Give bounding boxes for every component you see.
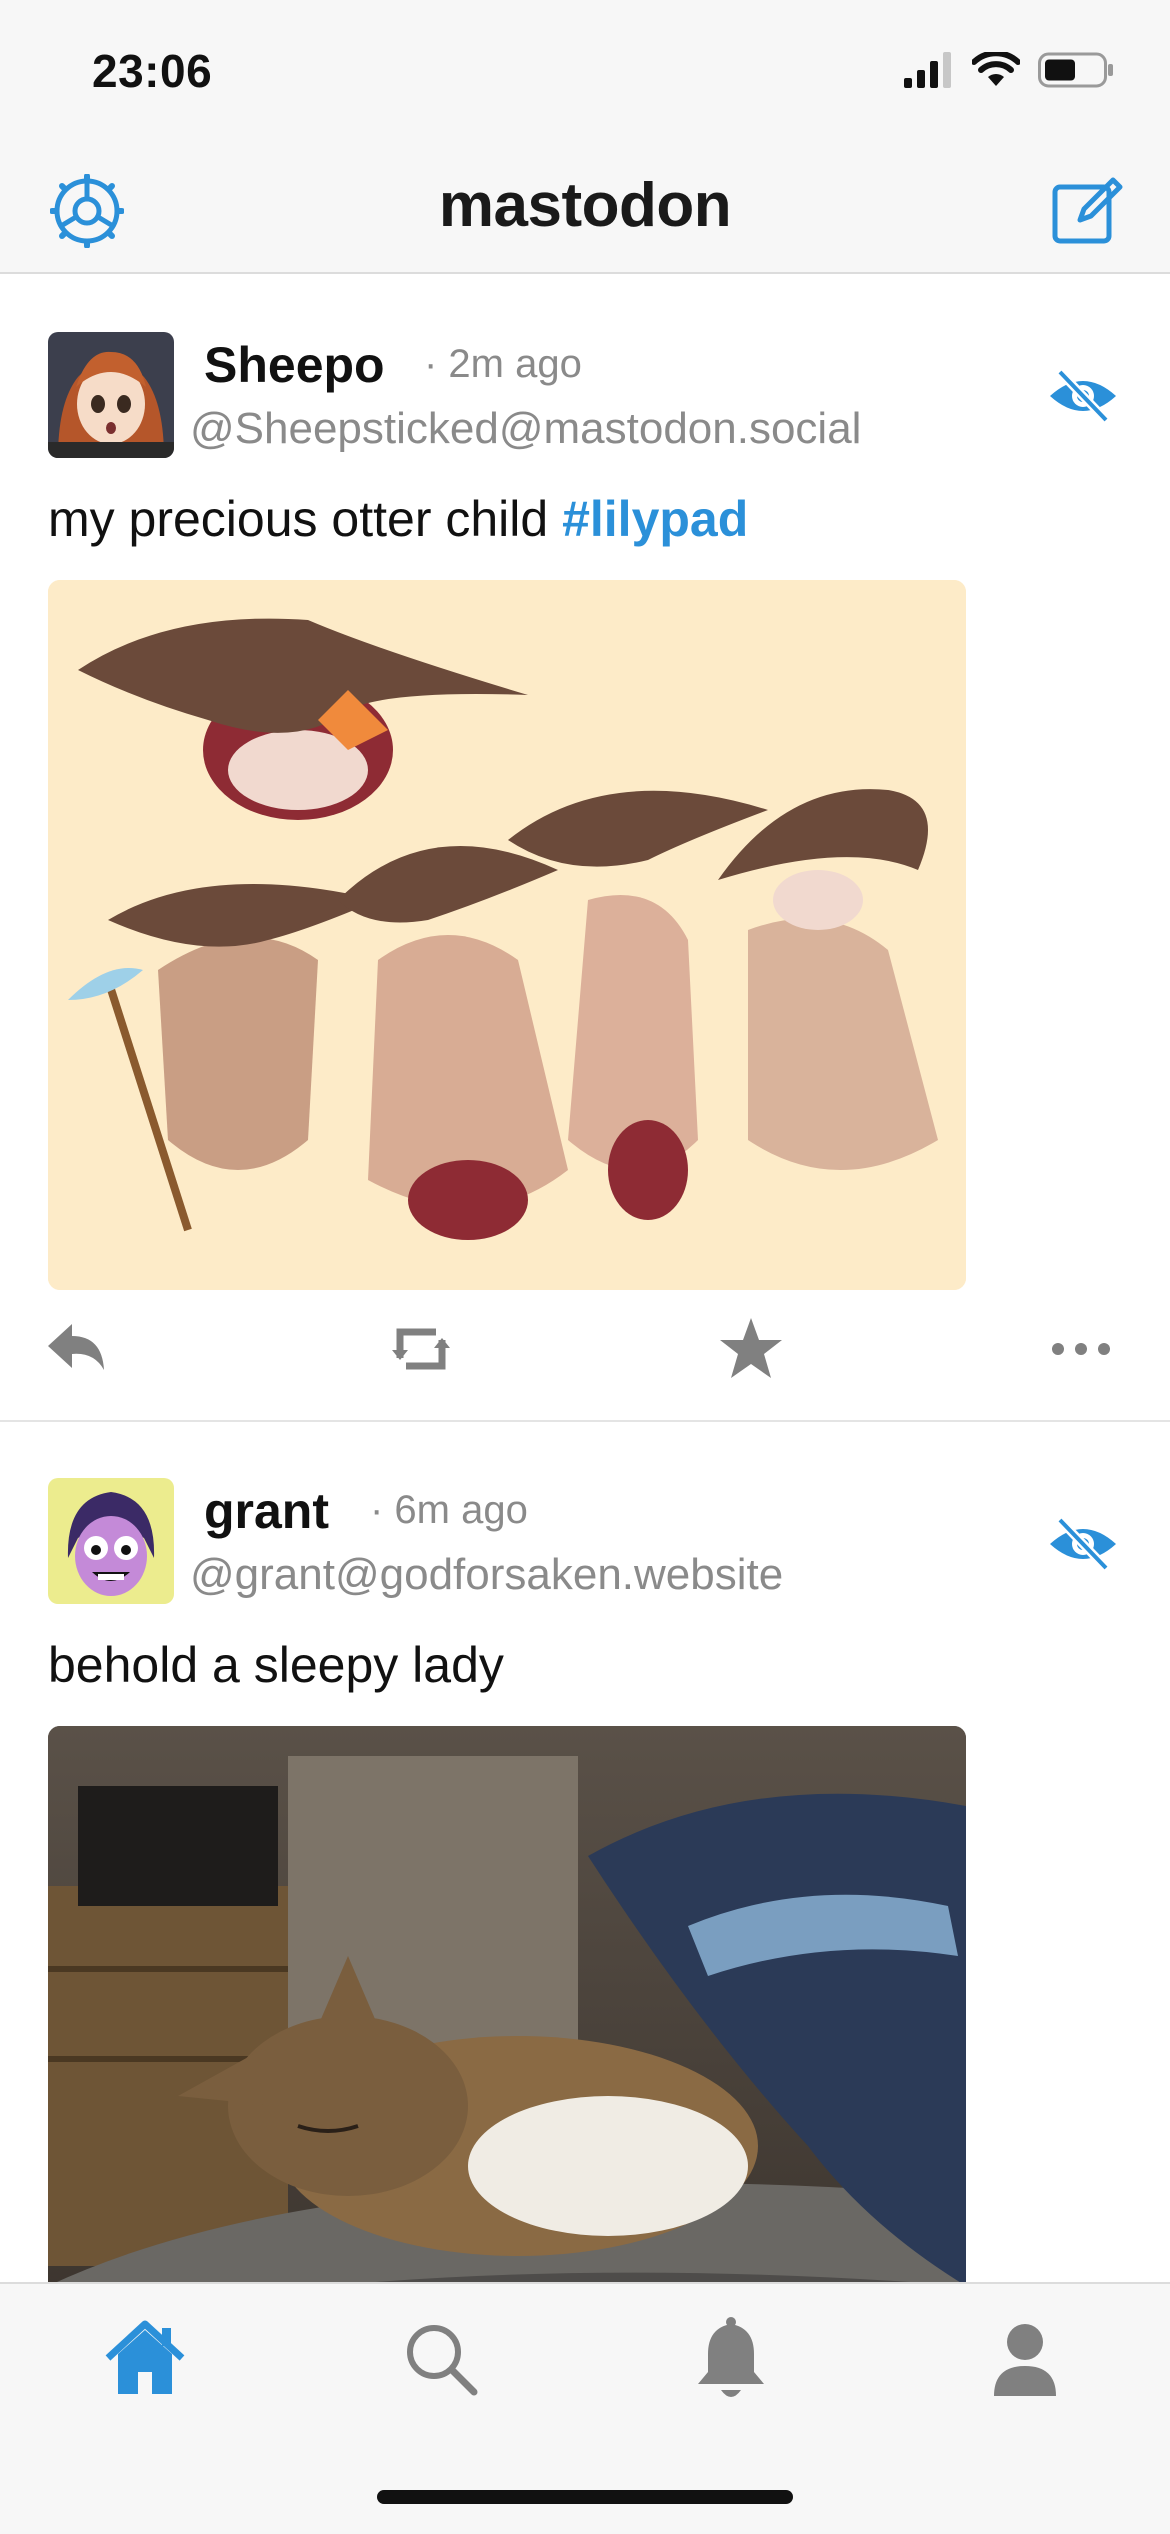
boost-icon [392,1328,450,1370]
home-indicator[interactable] [377,2490,793,2504]
signal-icon [904,52,951,88]
eye-slash-icon [1050,368,1116,424]
eye-slash-icon [1050,1516,1116,1572]
more-icon [1052,1343,1110,1355]
post-time: · 6m ago [370,1488,528,1532]
reply-button[interactable] [42,1314,112,1384]
post-content: my precious otter child #lilypad [48,490,748,548]
favourite-button[interactable] [716,1314,786,1384]
tab-search[interactable] [396,2314,486,2404]
display-name[interactable]: Sheepo [204,336,385,394]
boost-button[interactable] [386,1314,456,1384]
post-text: my precious otter child [48,491,563,547]
compose-button[interactable] [1050,174,1124,248]
wifi-icon [972,52,1020,86]
tab-profile[interactable] [980,2314,1070,2404]
favourite-icon [720,1318,782,1378]
reply-icon [48,1324,104,1370]
compose-icon [1052,177,1123,244]
avatar[interactable] [48,332,174,458]
post-time: · 2m ago [424,342,582,386]
notifications-icon [698,2317,764,2397]
account-handle[interactable]: @Sheepsticked@mastodon.social [190,404,861,454]
status-bar: 23:06 [0,0,1170,140]
status-icons [904,52,1114,88]
display-name[interactable]: grant [204,1482,329,1540]
app-title: mastodon [438,171,732,240]
profile-icon [994,2324,1056,2396]
home-icon [105,2320,185,2394]
hide-media-button[interactable] [1046,1514,1120,1574]
illustration-image [48,580,966,1290]
status-post[interactable]: Sheepo · 2m ago @Sheepsticked@mastodon.s… [0,274,1170,1422]
avatar[interactable] [48,1478,174,1604]
media-attachment[interactable] [48,1726,966,2346]
tab-home[interactable] [100,2314,190,2404]
photo-image [48,1726,966,2346]
account-handle[interactable]: @grant@godforsaken.website [190,1550,783,1600]
media-attachment[interactable] [48,580,966,1290]
timeline-feed[interactable]: Sheepo · 2m ago @Sheepsticked@mastodon.s… [0,274,1170,2422]
hide-media-button[interactable] [1046,366,1120,426]
post-actions [0,1304,1170,1404]
post-content: behold a sleepy lady [48,1636,504,1694]
battery-icon [1038,52,1113,88]
post-text: behold a sleepy lady [48,1637,504,1693]
more-button[interactable] [1046,1314,1116,1384]
tab-notifications[interactable] [686,2314,776,2404]
status-time: 23:06 [92,45,213,97]
status-post[interactable]: grant · 6m ago @grant@godforsaken.websit… [0,1422,1170,2422]
search-icon [407,2325,478,2396]
hashtag-link[interactable]: #lilypad [562,491,748,547]
nav-bar: mastodon [0,140,1170,274]
